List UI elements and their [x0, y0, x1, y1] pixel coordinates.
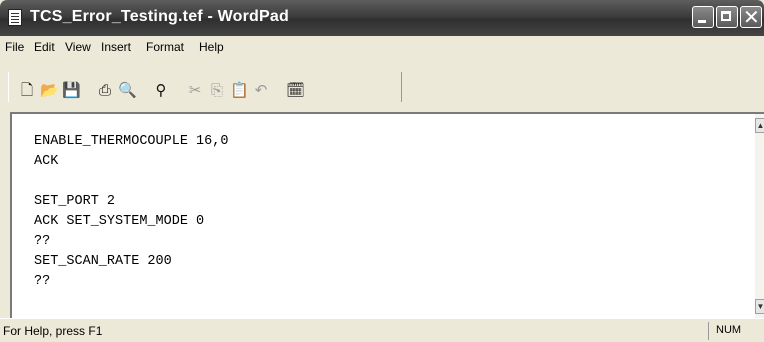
copy-icon[interactable]: ⎘: [208, 81, 226, 99]
text-line: ??: [34, 274, 51, 289]
wordpad-app-icon[interactable]: [8, 9, 22, 26]
wordpad-window: TCS_Error_Testing.tef - WordPad ✕ File E…: [0, 0, 764, 342]
text-line: [34, 172, 228, 192]
text-line: ACK SET_SYSTEM_MODE 0: [34, 214, 205, 229]
minimize-button[interactable]: [692, 6, 714, 28]
undo-icon[interactable]: ↶: [252, 81, 270, 99]
close-icon: ✕: [743, 5, 760, 29]
print-icon[interactable]: ⎙: [96, 81, 114, 99]
text-line: SET_PORT 2: [34, 194, 116, 209]
title-bar[interactable]: TCS_Error_Testing.tef - WordPad ✕: [0, 0, 764, 36]
text-line: ??: [34, 234, 51, 249]
text-line: ENABLE_THERMOCOUPLE 16,0: [34, 134, 229, 149]
document-area[interactable]: ENABLE_THERMOCOUPLE 16,0 ACK SET_PORT 2 …: [10, 112, 764, 318]
scroll-up-icon[interactable]: ▲: [755, 118, 764, 133]
paste-icon[interactable]: 📋: [230, 81, 249, 99]
status-help-text: For Help, press F1: [3, 324, 103, 338]
insert-date-time-icon[interactable]: 🗓: [286, 81, 305, 99]
close-button[interactable]: ✕: [740, 5, 762, 29]
text-line: ACK: [34, 154, 59, 169]
num-lock-indicator: NUM: [716, 324, 742, 336]
save-disk-icon[interactable]: 💾: [62, 81, 81, 99]
vertical-scrollbar[interactable]: ▲ ▼: [755, 114, 764, 318]
text-line: SET_SCAN_RATE 200: [34, 254, 172, 269]
maximize-button[interactable]: [716, 6, 738, 28]
menu-help[interactable]: Help: [199, 40, 224, 54]
menu-bar: File Edit View Insert Format Help: [0, 36, 764, 58]
document-text[interactable]: ENABLE_THERMOCOUPLE 16,0 ACK SET_PORT 2 …: [34, 132, 228, 292]
status-divider: [708, 322, 709, 340]
menu-file[interactable]: File: [5, 40, 24, 54]
window-title: TCS_Error_Testing.tef - WordPad: [30, 8, 289, 25]
open-folder-icon[interactable]: 📂: [40, 81, 59, 99]
scroll-down-icon[interactable]: ▼: [755, 299, 764, 314]
cut-icon[interactable]: ✂: [186, 81, 204, 99]
toolbar: 🗋 📂 💾 ⎙ 🔍 ⚲ ✂ ⎘ 📋 ↶ 🗓: [0, 58, 764, 112]
menu-edit[interactable]: Edit: [34, 40, 55, 54]
menu-format[interactable]: Format: [146, 40, 184, 54]
find-binoculars-icon[interactable]: ⚲: [152, 81, 170, 99]
menu-insert[interactable]: Insert: [101, 40, 131, 54]
print-preview-icon[interactable]: 🔍: [118, 81, 137, 99]
new-document-icon[interactable]: 🗋: [18, 81, 36, 99]
status-bar: For Help, press F1 NUM: [0, 318, 764, 342]
menu-view[interactable]: View: [65, 40, 91, 54]
